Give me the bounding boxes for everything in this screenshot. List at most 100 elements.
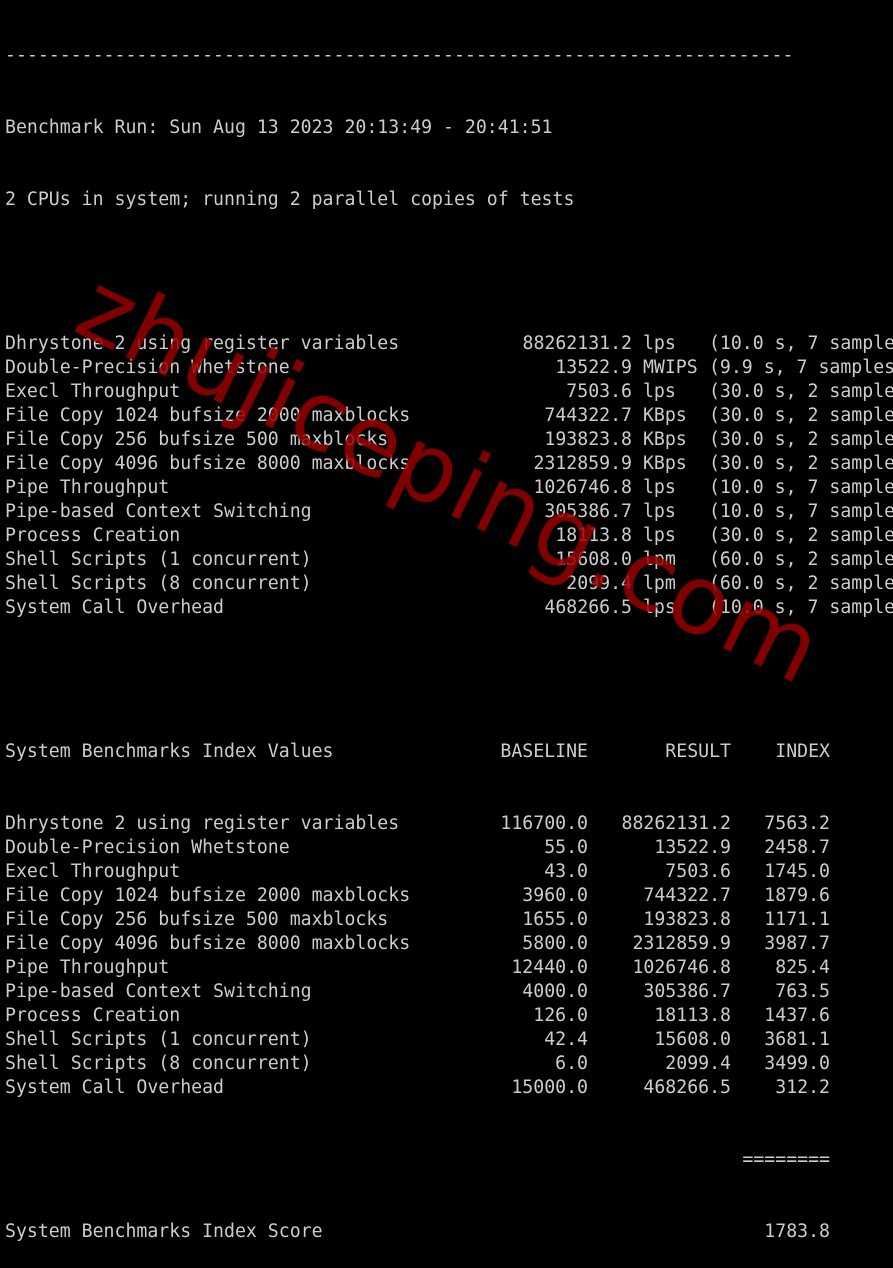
benchmark-run-line: Benchmark Run: Sun Aug 13 2023 20:13:49 … xyxy=(5,117,553,138)
result-row: Pipe-based Context Switching 305386.7 lps… xyxy=(5,500,893,524)
result-value: 7503.6 xyxy=(665,861,731,882)
index-test-name: File Copy 4096 bufsize 8000 maxblocks xyxy=(5,933,411,954)
test-value: 18113.8 xyxy=(555,525,632,546)
baseline-value: 116700.0 xyxy=(500,813,588,834)
index-row: System Call Overhead 15000.0 468266.5 312.2 xyxy=(5,1076,893,1100)
result-value: 13522.9 xyxy=(654,837,731,858)
test-unit: lpm xyxy=(642,549,676,570)
raw-results-list: Dhrystone 2 using register variables 8826… xyxy=(5,332,893,620)
test-value: 1026746.8 xyxy=(533,477,632,498)
result-row: Shell Scripts (8 concurrent) 2099.4 lpm (6… xyxy=(5,572,893,596)
test-name: File Copy 1024 bufsize 2000 maxblocks xyxy=(5,405,411,426)
result-row: Pipe Throughput 1026746.8 lps (10.0 s, 7 s… xyxy=(5,476,893,500)
test-value: 193823.8 xyxy=(544,429,632,450)
test-name: Dhrystone 2 using register variables xyxy=(5,333,400,354)
test-detail: (30.0 s, 2 samples) xyxy=(708,453,893,474)
result-row: System Call Overhead 468266.5 lps (10.0 s,… xyxy=(5,596,893,620)
index-test-name: Pipe Throughput xyxy=(5,957,170,978)
baseline-header: BASELINE xyxy=(500,741,588,762)
test-value: 2099.4 xyxy=(566,573,632,594)
index-value: 1437.6 xyxy=(764,1005,830,1026)
test-detail: (30.0 s, 2 samples) xyxy=(708,429,893,450)
baseline-value: 6.0 xyxy=(555,1053,588,1074)
test-detail: (9.9 s, 7 samples) xyxy=(708,357,893,378)
score-separator-row: ======== xyxy=(5,1148,893,1172)
test-detail: (60.0 s, 2 samples) xyxy=(708,549,893,570)
test-value: 13522.9 xyxy=(555,357,632,378)
index-test-name: System Call Overhead xyxy=(5,1077,224,1098)
index-row: Process Creation 126.0 18113.8 1437.6 xyxy=(5,1004,893,1028)
result-row: File Copy 4096 bufsize 8000 maxblocks 231… xyxy=(5,452,893,476)
baseline-value: 1655.0 xyxy=(522,909,588,930)
index-value: 1879.6 xyxy=(764,885,830,906)
index-row: File Copy 4096 bufsize 8000 maxblocks 580… xyxy=(5,932,893,956)
result-value: 305386.7 xyxy=(643,981,731,1002)
index-value: 763.5 xyxy=(775,981,830,1002)
test-unit: lps xyxy=(642,381,676,402)
test-name: File Copy 4096 bufsize 8000 maxblocks xyxy=(5,453,411,474)
test-unit: lps xyxy=(642,477,676,498)
index-values-table: Dhrystone 2 using register variables 1167… xyxy=(5,812,893,1100)
result-value: 18113.8 xyxy=(654,1005,731,1026)
result-value: 88262131.2 xyxy=(621,813,732,834)
index-test-name: Dhrystone 2 using register variables xyxy=(5,813,400,834)
score-separator: ======== xyxy=(742,1149,830,1170)
index-test-name: File Copy 256 bufsize 500 maxblocks xyxy=(5,909,389,930)
result-value: 15608.0 xyxy=(654,1029,731,1050)
baseline-value: 4000.0 xyxy=(522,981,588,1002)
test-value: 7503.6 xyxy=(566,381,632,402)
test-name: Process Creation xyxy=(5,525,181,546)
test-detail: (10.0 s, 7 samples) xyxy=(708,333,893,354)
index-test-name: Pipe-based Context Switching xyxy=(5,981,312,1002)
index-value: 3987.7 xyxy=(764,933,830,954)
result-value: 2312859.9 xyxy=(632,933,731,954)
test-name: Double-Precision Whetstone xyxy=(5,357,290,378)
index-row: File Copy 256 bufsize 500 maxblocks 1655.… xyxy=(5,908,893,932)
test-detail: (10.0 s, 7 samples) xyxy=(708,597,893,618)
result-row: Dhrystone 2 using register variables 8826… xyxy=(5,332,893,356)
test-unit: lps xyxy=(642,333,676,354)
index-score-value: 1783.8 xyxy=(764,1221,830,1242)
result-row: File Copy 1024 bufsize 2000 maxblocks 744… xyxy=(5,404,893,428)
baseline-value: 43.0 xyxy=(544,861,588,882)
index-header-title: System Benchmarks Index Values xyxy=(5,741,334,762)
test-name: System Call Overhead xyxy=(5,597,224,618)
separator-line: ----------------------------------------… xyxy=(5,45,794,66)
index-row: Shell Scripts (1 concurrent) 42.4 15608.0 3… xyxy=(5,1028,893,1052)
test-value: 744322.7 xyxy=(544,405,632,426)
index-header-row: System Benchmarks Index Values BASELINE RE… xyxy=(5,740,893,764)
test-name: Pipe-based Context Switching xyxy=(5,501,312,522)
index-value: 825.4 xyxy=(775,957,830,978)
index-row: Dhrystone 2 using register variables 1167… xyxy=(5,812,893,836)
cpu-info-line: 2 CPUs in system; running 2 parallel cop… xyxy=(5,189,575,210)
test-unit: KBps xyxy=(642,453,687,474)
test-unit: MWIPS xyxy=(642,357,698,378)
test-detail: (30.0 s, 2 samples) xyxy=(708,405,893,426)
index-test-name: Double-Precision Whetstone xyxy=(5,837,290,858)
index-row: Double-Precision Whetstone 55.0 13522.9 245… xyxy=(5,836,893,860)
index-test-name: Process Creation xyxy=(5,1005,181,1026)
baseline-value: 12440.0 xyxy=(511,957,588,978)
index-value: 2458.7 xyxy=(764,837,830,858)
result-row: Process Creation 18113.8 lps (30.0 s, 2 sa… xyxy=(5,524,893,548)
test-unit: lps xyxy=(642,525,676,546)
index-test-name: Execl Throughput xyxy=(5,861,181,882)
baseline-value: 126.0 xyxy=(533,1005,588,1026)
test-name: Pipe Throughput xyxy=(5,477,170,498)
test-unit: KBps xyxy=(642,429,687,450)
test-value: 2312859.9 xyxy=(533,453,632,474)
result-row: Double-Precision Whetstone 13522.9 MWIPS (… xyxy=(5,356,893,380)
baseline-value: 15000.0 xyxy=(511,1077,588,1098)
index-value: 7563.2 xyxy=(764,813,830,834)
terminal-output: ----------------------------------------… xyxy=(5,0,893,1268)
